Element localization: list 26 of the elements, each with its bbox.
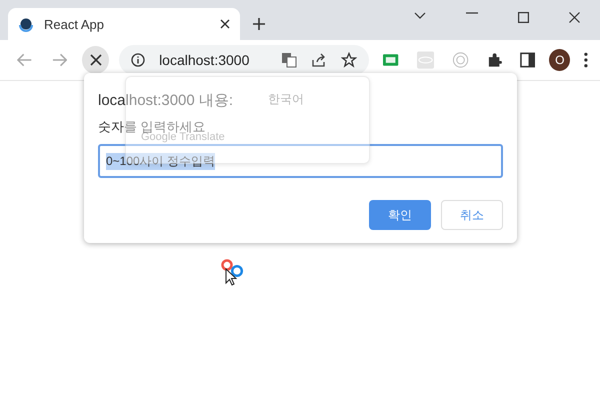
input-field[interactable]: 0~100사이 정수입력: [98, 144, 503, 178]
maximize-icon[interactable]: [518, 12, 529, 23]
language-tab[interactable]: 한국어: [268, 90, 304, 108]
confirm-button[interactable]: 확인: [369, 200, 431, 230]
address-bar[interactable]: localhost:3000: [119, 45, 370, 75]
close-icon[interactable]: [220, 19, 230, 29]
stop-button[interactable]: [82, 46, 110, 74]
tab-title: React App: [44, 16, 105, 32]
close-icon: [90, 54, 102, 66]
dialog-message: 숫자를 입력하세요: [98, 118, 206, 134]
side-panel-icon[interactable]: [520, 52, 536, 68]
share-icon[interactable]: [311, 52, 328, 68]
close-icon[interactable]: [569, 12, 580, 23]
translate-icon[interactable]: [281, 52, 298, 68]
puzzle-icon[interactable]: [486, 52, 502, 68]
extension-icon[interactable]: [383, 54, 399, 66]
browser-tab[interactable]: React App: [8, 8, 240, 40]
dialog-title: localhost:3000 내용:: [98, 91, 234, 110]
info-icon[interactable]: [131, 53, 146, 67]
chevron-down-icon[interactable]: [414, 12, 426, 20]
minimize-icon[interactable]: [466, 12, 478, 14]
cancel-button[interactable]: 취소: [441, 200, 503, 230]
star-icon[interactable]: [341, 52, 358, 68]
more-icon[interactable]: [584, 52, 588, 68]
profile-avatar[interactable]: O: [549, 49, 570, 71]
new-tab-icon[interactable]: [252, 17, 266, 31]
